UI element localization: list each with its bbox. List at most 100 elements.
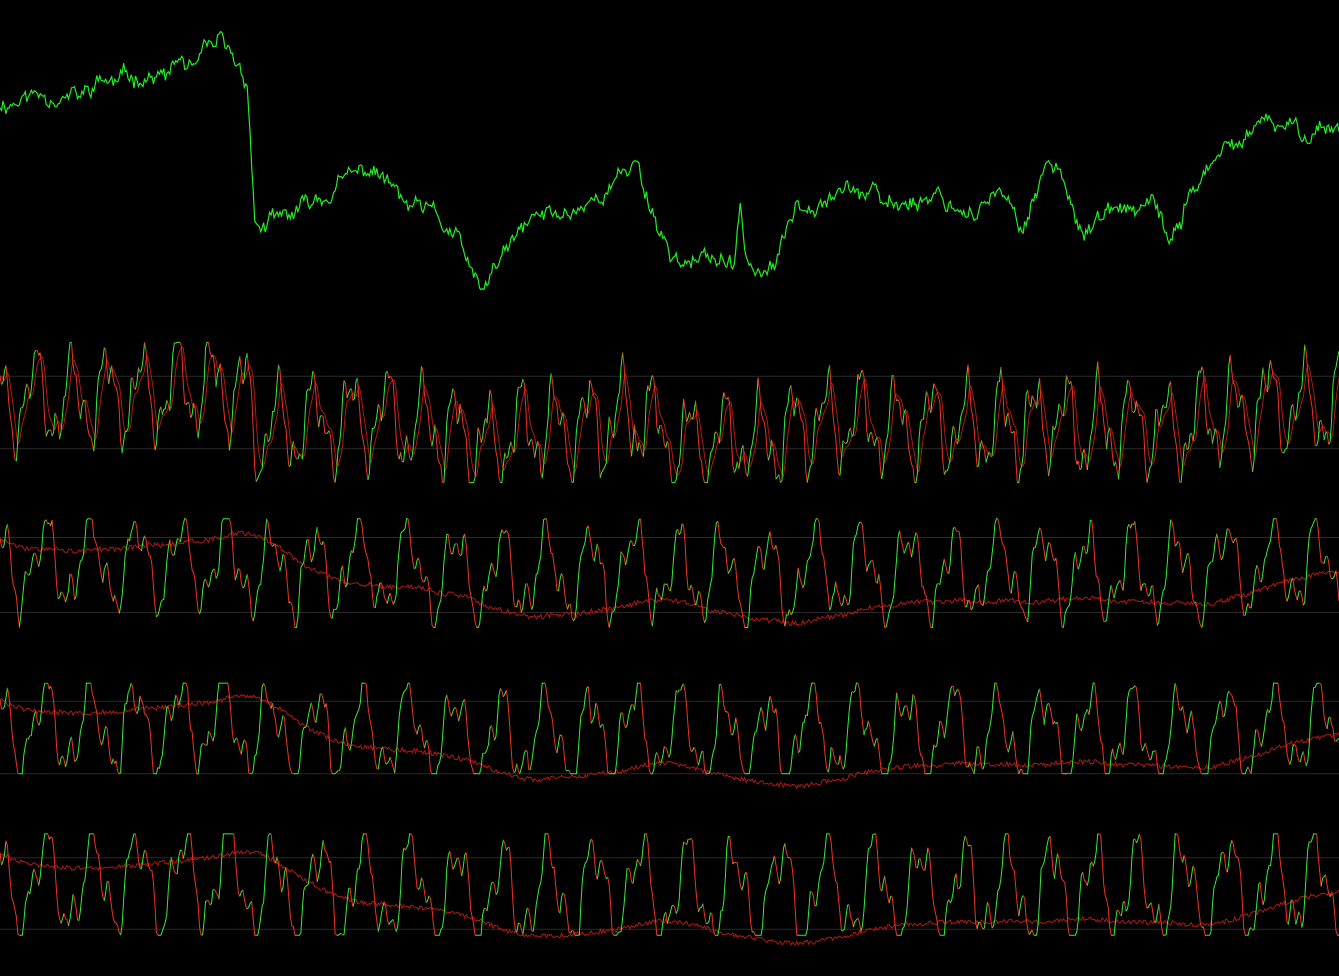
fast-line-segment: [212, 888, 220, 900]
fast-line-segment: [212, 682, 228, 742]
fast-line-segment: [1082, 871, 1088, 886]
fast-line-segment: [531, 518, 547, 610]
fast-line-segment: [1039, 688, 1045, 725]
fast-line-segment: [139, 342, 145, 373]
fast-line-segment: [272, 544, 275, 547]
fast-line-segment: [382, 746, 387, 765]
fast-line-segment: [541, 373, 552, 479]
fast-line-segment: [1244, 603, 1249, 616]
fast-line-segment: [1091, 520, 1106, 623]
fast-line-segment: [896, 847, 912, 936]
fast-line-segment: [1119, 580, 1124, 591]
fast-line-segment: [449, 851, 454, 870]
fast-line-segment: [613, 868, 628, 936]
fast-line-segment: [516, 763, 521, 775]
fast-line-segment: [1018, 768, 1022, 774]
fast-line-segment: [519, 749, 527, 774]
fast-line-segment: [1043, 702, 1049, 725]
fast-line-segment: [922, 391, 927, 420]
fast-line-segment: [1226, 840, 1233, 873]
fast-line-segment: [1028, 929, 1033, 935]
fast-line-segment: [517, 599, 522, 613]
fast-line-segment: [1130, 523, 1133, 529]
fast-line-segment: [835, 581, 842, 607]
fast-line-segment: [1162, 404, 1166, 409]
fast-line-segment: [1209, 428, 1213, 444]
fast-line-segment: [775, 544, 786, 627]
fast-line-segment: [686, 411, 691, 422]
fast-line-segment: [209, 889, 214, 906]
fast-line-segment: [1030, 395, 1033, 408]
fast-line-segment: [593, 543, 598, 562]
fast-line-segment: [1220, 528, 1228, 561]
fast-line-segment: [416, 724, 421, 735]
fast-line-segment: [292, 440, 299, 460]
fast-line-segment: [733, 558, 746, 628]
fast-line-segment: [634, 424, 638, 452]
fast-line-segment: [1134, 685, 1143, 751]
fast-line-segment: [136, 695, 141, 715]
fast-line-segment: [671, 398, 685, 484]
fast-line-segment: [1017, 389, 1029, 484]
fast-line-segment: [495, 839, 504, 895]
fast-line-segment: [334, 380, 345, 483]
fast-line-segment: [602, 724, 610, 775]
fast-line-segment: [1135, 833, 1140, 844]
fast-line-segment: [1302, 518, 1317, 606]
fast-line-segment: [84, 399, 95, 452]
fast-line-segment: [1291, 899, 1297, 925]
fast-line-segment: [483, 725, 492, 754]
fast-line-segment: [30, 710, 37, 736]
fast-line-segment: [425, 895, 430, 903]
fast-line-segment: [790, 567, 799, 616]
fast-line-segment: [733, 461, 738, 473]
fast-line-segment: [158, 706, 169, 769]
fast-line-segment: [858, 369, 863, 380]
fast-line-segment: [1158, 903, 1164, 936]
fast-line-segment: [349, 682, 365, 751]
fast-line-segment: [1134, 521, 1142, 591]
fast-line-segment: [1069, 713, 1078, 775]
fast-line-segment: [558, 573, 562, 592]
fast-line-segment: [881, 875, 886, 892]
fast-line-segment: [818, 402, 823, 422]
fast-line-segment: [502, 839, 507, 851]
fast-line-segment: [1054, 853, 1058, 879]
fast-line-segment: [660, 583, 665, 601]
fast-line-segment: [847, 521, 862, 606]
fast-line-segment: [236, 737, 242, 755]
fast-line-segment: [458, 699, 466, 722]
fast-line-segment: [5, 840, 20, 936]
fast-line-segment: [386, 371, 390, 379]
fast-line-segment: [499, 688, 504, 697]
fast-line-segment: [1219, 355, 1231, 468]
fast-line-segment: [1104, 584, 1112, 623]
fast-line-segment: [38, 519, 47, 567]
fast-line-segment: [1177, 541, 1184, 573]
fast-line-segment: [282, 715, 294, 775]
fast-line-segment: [810, 890, 816, 906]
fast-line-segment: [513, 763, 518, 773]
fast-line-segment: [747, 377, 759, 477]
fast-line-segment: [744, 706, 762, 775]
fast-line-segment: [1079, 448, 1085, 471]
fast-line-segment: [310, 527, 318, 563]
fast-line-segment: [1191, 710, 1203, 775]
fast-line-segment: [419, 724, 425, 749]
fast-line-segment: [546, 518, 559, 592]
fast-line-segment: [357, 377, 369, 481]
fast-line-segment: [74, 682, 91, 762]
fast-line-segment: [334, 565, 344, 611]
fast-line-segment: [294, 853, 314, 936]
fast-line-segment: [814, 683, 820, 724]
fast-line-segment: [452, 857, 458, 870]
fast-line-segment: [289, 601, 296, 628]
fast-line-segment: [206, 900, 211, 905]
fast-line-segment: [797, 567, 804, 589]
fast-line-segment: [206, 731, 209, 746]
fast-line-segment: [144, 849, 159, 936]
fast-line-segment: [385, 757, 391, 765]
fast-line-segment: [1188, 553, 1195, 603]
fast-line-segment: [731, 717, 737, 736]
fast-line-segment: [1138, 833, 1148, 909]
